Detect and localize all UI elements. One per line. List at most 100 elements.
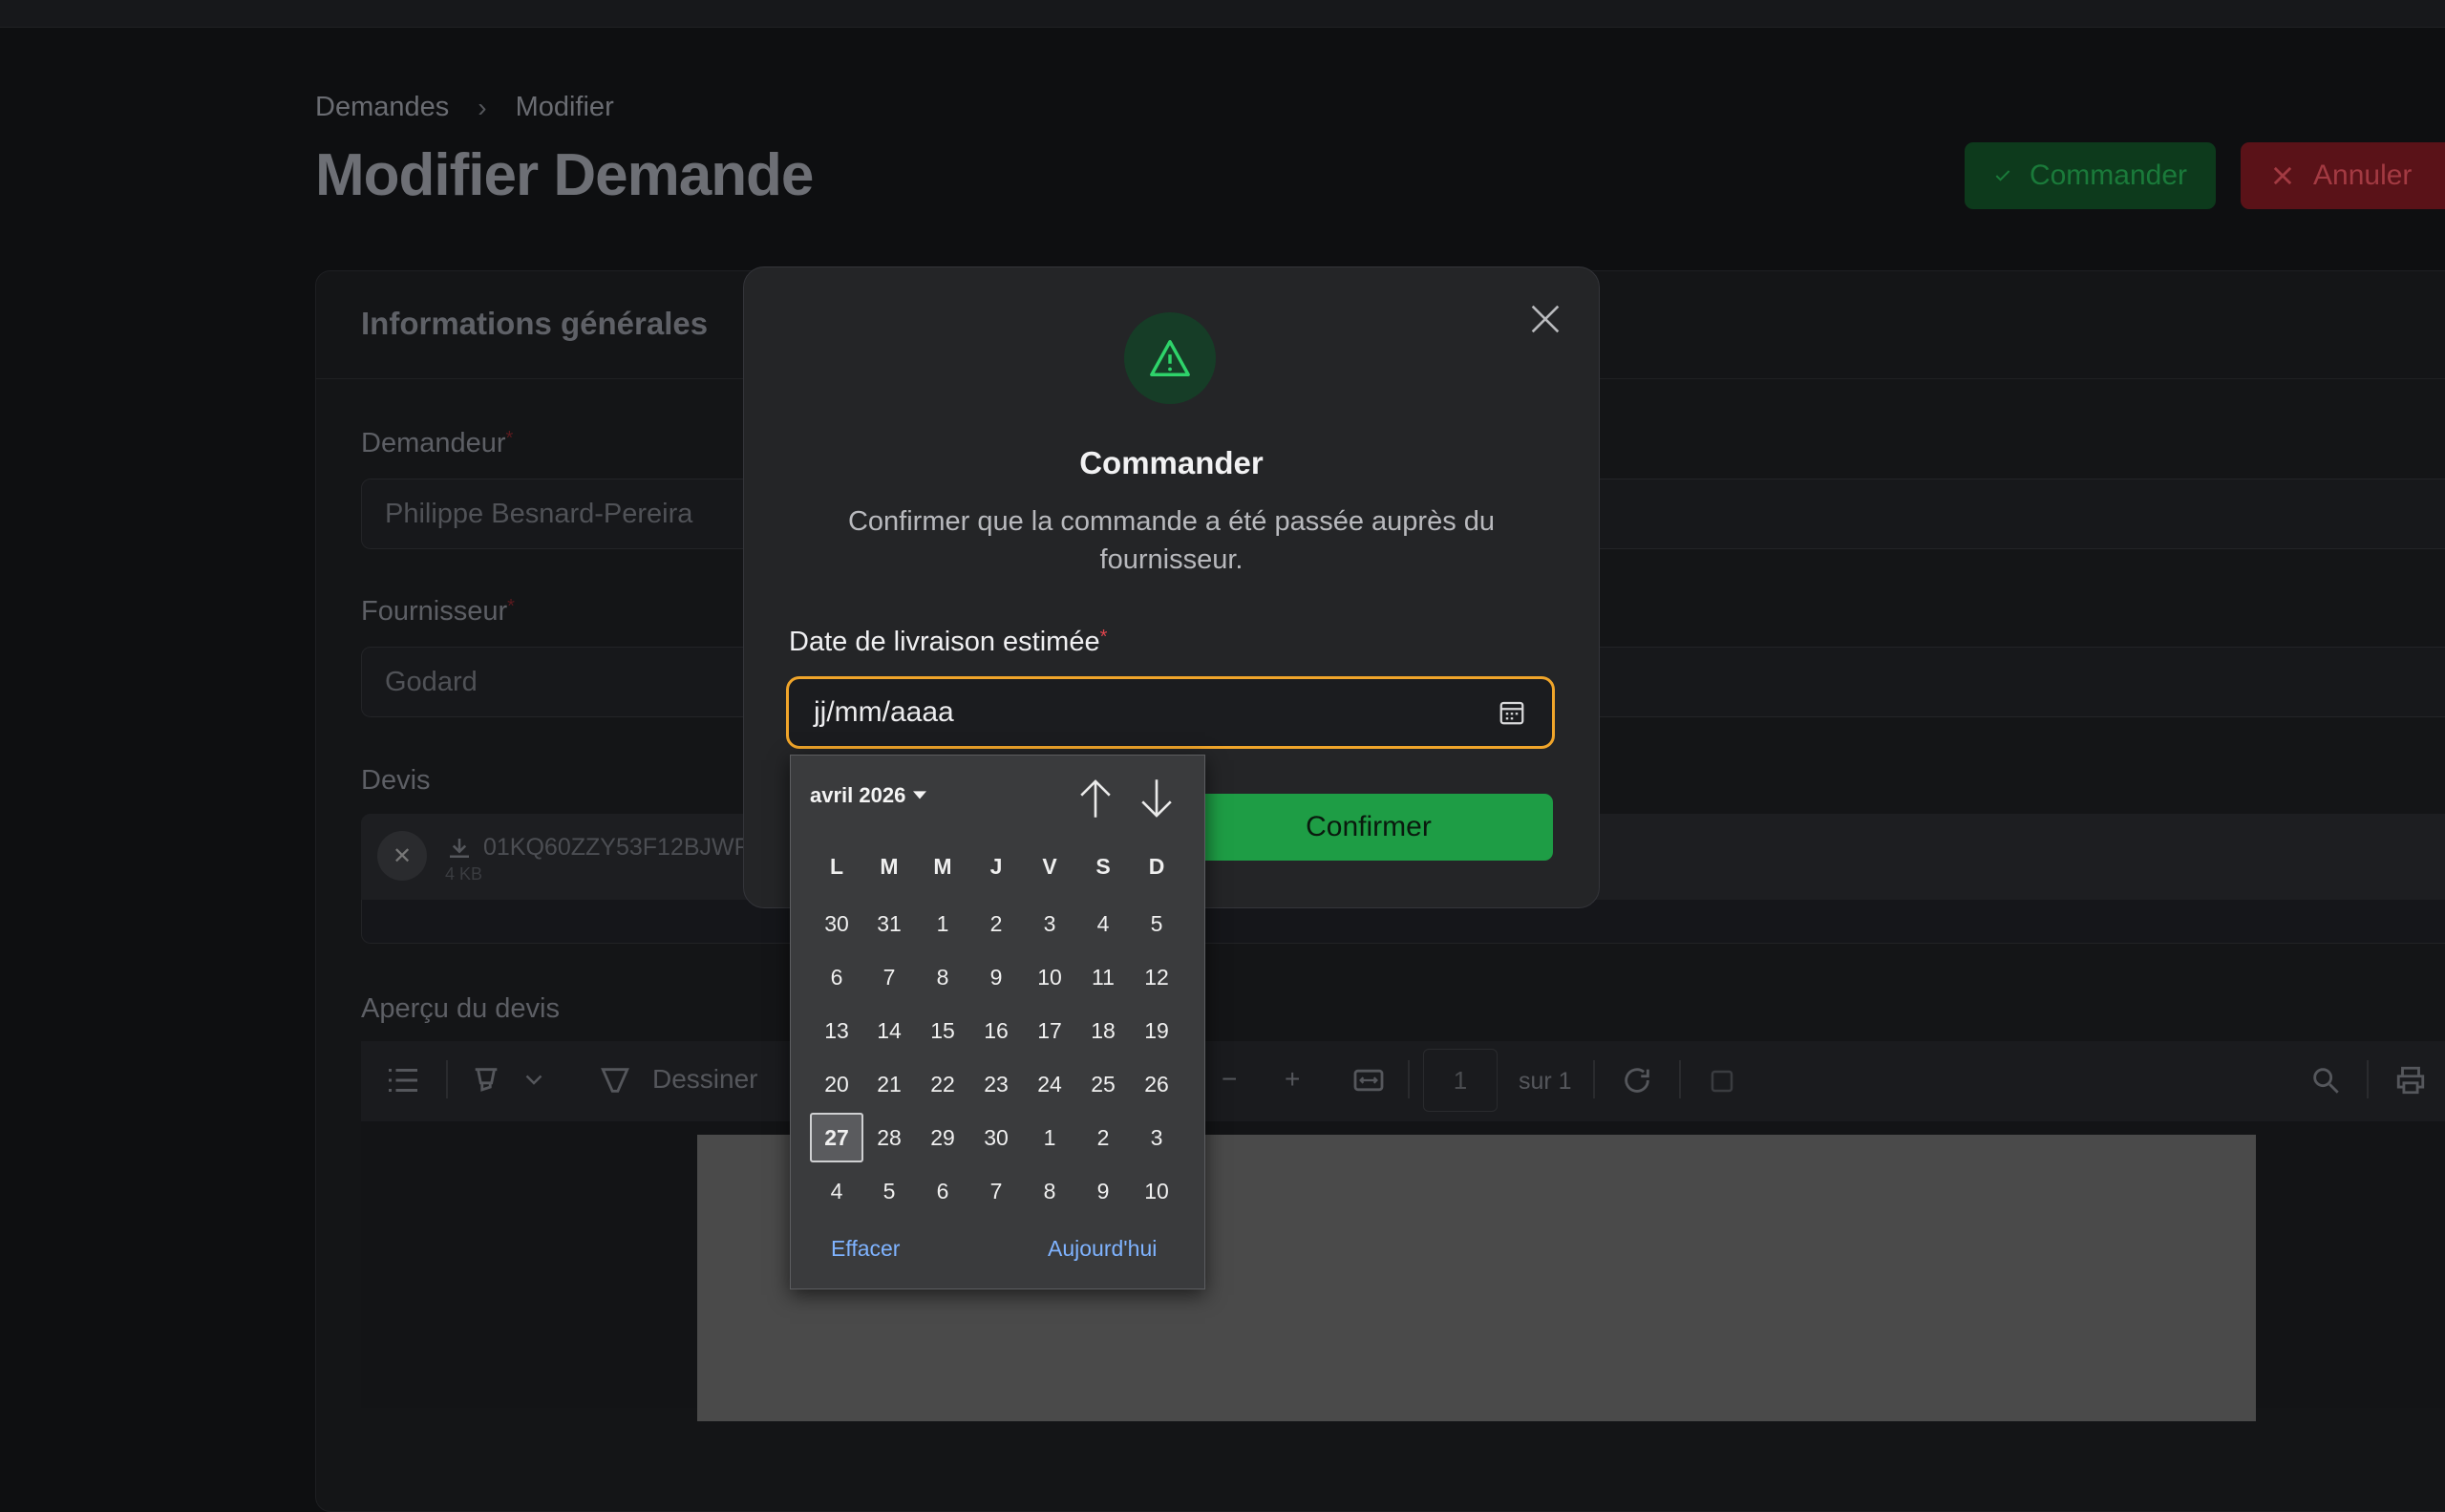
calendar-day[interactable]: 26 [1130,1059,1183,1109]
breadcrumb: Demandes › Modifier [315,92,614,123]
order-button[interactable]: Commander [1965,142,2216,209]
calendar-day[interactable]: 3 [1130,1113,1183,1162]
document-icon[interactable] [1708,1067,1736,1096]
month-selector[interactable]: avril 2026 [810,783,927,808]
calendar-day[interactable]: 29 [916,1113,969,1162]
calendar-day[interactable]: 8 [916,952,969,1002]
clear-date-button[interactable]: Effacer [831,1236,900,1262]
list-icon[interactable] [386,1066,420,1095]
toolbar-divider [1408,1060,1410,1098]
calendar-day[interactable]: 31 [862,899,916,948]
zoom-out-icon[interactable]: − [1222,1064,1237,1095]
calendar-day[interactable]: 7 [862,952,916,1002]
weekday-header: S [1095,854,1111,879]
section-title: Informations générales [361,306,709,341]
weekday-header: V [1042,854,1057,879]
calendar-day[interactable]: 10 [1130,1166,1183,1216]
calendar-day[interactable]: 30 [810,899,863,948]
calendar-day[interactable]: 7 [969,1166,1023,1216]
toolbar-divider [1593,1060,1595,1098]
calendar-day[interactable]: 2 [969,899,1023,948]
cancel-button-label: Annuler [2313,160,2413,191]
date-placeholder: jj/mm/aaaa [814,696,954,728]
today-button[interactable]: Aujourd'hui [1048,1236,1157,1262]
order-button-label: Commander [2029,160,2187,191]
calendar-day[interactable]: 27 [810,1113,863,1162]
required-mark: * [1099,627,1108,648]
warning-icon [1150,340,1190,376]
weekday-header: D [1148,854,1165,879]
preview-label: Aperçu du devis [361,993,560,1024]
supplier-label-text: Fournisseur [361,596,508,627]
calendar-day[interactable]: 5 [1130,899,1183,948]
calendar-day[interactable]: 22 [916,1059,969,1109]
calendar-day[interactable]: 4 [1076,899,1130,948]
calendar-day[interactable]: 8 [1023,1166,1076,1216]
calendar-day[interactable]: 25 [1076,1059,1130,1109]
page-number-input[interactable]: 1 [1423,1049,1498,1112]
calendar-icon[interactable] [1498,698,1526,727]
breadcrumb-root[interactable]: Demandes [315,92,449,123]
check-icon [1995,170,2010,181]
confirm-button[interactable]: Confirmer [1184,794,1553,861]
calendar-day[interactable]: 6 [916,1166,969,1216]
required-mark: * [505,428,514,449]
breadcrumb-current: Modifier [515,92,614,122]
delivery-date-input[interactable]: jj/mm/aaaa [786,676,1555,749]
chevron-down-icon[interactable] [525,1074,542,1087]
calendar-day[interactable]: 14 [862,1006,916,1055]
calendar-day[interactable]: 19 [1130,1006,1183,1055]
download-icon[interactable] [445,834,474,862]
calendar-day[interactable]: 10 [1023,952,1076,1002]
zoom-in-icon[interactable]: + [1285,1064,1300,1095]
draw-icon[interactable] [599,1064,631,1097]
quote-file-name: 01KQ60ZZY53F12BJWF [483,834,749,861]
search-icon[interactable] [2309,1064,2342,1097]
calendar-day[interactable]: 1 [1023,1113,1076,1162]
previous-month-button[interactable] [1076,776,1115,823]
supplier-label: Fournisseur* [361,596,515,628]
calendar-day[interactable]: 17 [1023,1006,1076,1055]
calendar-day[interactable]: 30 [969,1113,1023,1162]
calendar-day[interactable]: 24 [1023,1059,1076,1109]
calendar-day[interactable]: 28 [862,1113,916,1162]
remove-file-button[interactable]: ✕ [377,831,427,881]
weekday-header: M [933,854,952,879]
quote-label: Devis [361,765,431,796]
fit-width-icon[interactable] [1352,1067,1385,1094]
toolbar-divider [1679,1060,1681,1098]
quote-file-size: 4 KB [445,864,483,884]
page-count: sur 1 [1519,1068,1572,1095]
calendar-day[interactable]: 23 [969,1059,1023,1109]
print-icon[interactable] [2393,1064,2428,1097]
calendar-day[interactable]: 18 [1076,1006,1130,1055]
calendar-day[interactable]: 20 [810,1059,863,1109]
calendar-day[interactable]: 13 [810,1006,863,1055]
month-label: avril 2026 [810,783,906,807]
calendar-day[interactable]: 4 [810,1166,863,1216]
required-mark: * [507,596,515,617]
calendar-day[interactable]: 16 [969,1006,1023,1055]
calendar-day[interactable]: 5 [862,1166,916,1216]
calendar-day[interactable]: 15 [916,1006,969,1055]
calendar-day[interactable]: 9 [969,952,1023,1002]
weekday-header: J [989,854,1003,879]
calendar-day[interactable]: 11 [1076,952,1130,1002]
calendar-day[interactable]: 1 [916,899,969,948]
rotate-icon[interactable] [1621,1064,1653,1097]
highlight-icon[interactable] [470,1064,502,1097]
calendar-day[interactable]: 12 [1130,952,1183,1002]
modal-description: Confirmer que la commande a été passée a… [847,506,1496,575]
cancel-button[interactable]: Annuler [2241,142,2445,209]
delivery-date-label: Date de livraison estimée* [789,627,1107,658]
calendar-day[interactable]: 6 [810,952,863,1002]
calendar-day[interactable]: 2 [1076,1113,1130,1162]
calendar-day[interactable]: 3 [1023,899,1076,948]
next-month-button[interactable] [1137,776,1176,823]
draw-label[interactable]: Dessiner [652,1064,757,1095]
calendar-day[interactable]: 9 [1076,1166,1130,1216]
requester-label: Demandeur* [361,428,513,459]
caret-down-icon [913,791,927,799]
calendar-day[interactable]: 21 [862,1059,916,1109]
modal-close-button[interactable] [1526,300,1564,338]
